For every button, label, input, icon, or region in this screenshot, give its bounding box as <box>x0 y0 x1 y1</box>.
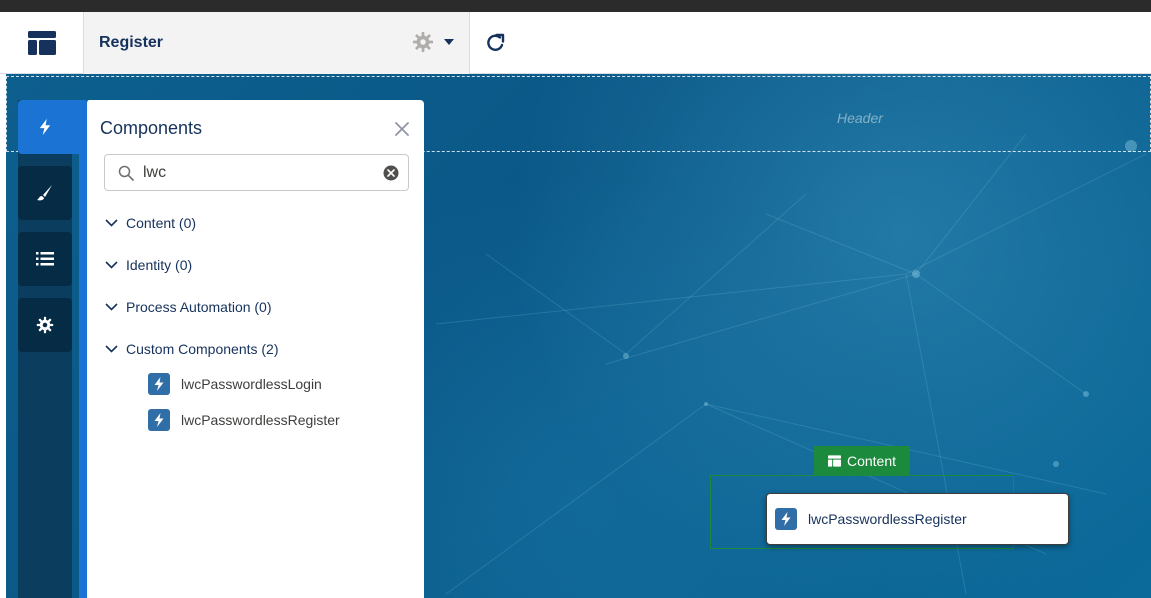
chevron-down-icon <box>105 261 118 269</box>
builder-toolbar: Register <box>0 12 1151 74</box>
dragged-component-card[interactable]: lwcPasswordlessRegister <box>766 493 1069 545</box>
category-label: Content (0) <box>126 215 197 231</box>
page-title: Register <box>99 34 164 51</box>
header-region-label: Header <box>837 110 883 126</box>
theme-rail-button[interactable] <box>18 166 72 220</box>
component-item-lwc-passwordless-register[interactable]: lwcPasswordlessRegister <box>148 408 340 432</box>
close-icon[interactable] <box>393 120 411 138</box>
builder-side-rail <box>18 100 84 598</box>
category-content[interactable]: Content (0) <box>105 212 196 234</box>
chevron-down-icon <box>105 303 118 311</box>
content-label: Content <box>846 453 897 469</box>
components-rail-button[interactable] <box>18 100 84 154</box>
component-search-box[interactable] <box>104 154 409 191</box>
category-label: Custom Components (2) <box>126 341 279 357</box>
layout-icon <box>27 31 56 55</box>
window-top-strip <box>0 0 1151 12</box>
lightning-icon <box>39 118 51 136</box>
layout-button[interactable] <box>0 12 84 74</box>
content-region-label[interactable]: Content <box>814 446 910 476</box>
lightning-icon <box>775 508 797 530</box>
panel-title: Components <box>100 118 203 138</box>
category-process-automation[interactable]: Process Automation (0) <box>105 296 272 318</box>
brush-icon <box>37 185 52 201</box>
components-panel: Components Content (0) Identity (0) Proc… <box>85 100 424 598</box>
dragged-component-label: lwcPasswordlessRegister <box>808 511 967 527</box>
lightning-icon <box>148 409 170 431</box>
chevron-down-icon <box>105 219 118 227</box>
category-label: Process Automation (0) <box>126 299 272 315</box>
list-icon <box>36 252 54 266</box>
component-item-label: lwcPasswordlessRegister <box>181 412 340 428</box>
caret-down-icon[interactable] <box>444 39 454 45</box>
lightning-icon <box>148 373 170 395</box>
category-custom-components[interactable]: Custom Components (2) <box>105 338 279 360</box>
component-item-label: lwcPasswordlessLogin <box>181 376 322 392</box>
chevron-down-icon <box>105 345 118 353</box>
component-search-input[interactable] <box>143 161 373 185</box>
page-selector[interactable]: Register <box>84 12 470 74</box>
search-icon <box>118 165 134 181</box>
category-label: Identity (0) <box>126 257 193 273</box>
gear-icon <box>36 316 54 334</box>
refresh-icon[interactable] <box>484 31 508 55</box>
settings-rail-button[interactable] <box>18 298 72 352</box>
gear-icon[interactable] <box>412 31 434 53</box>
clear-icon[interactable] <box>383 165 399 181</box>
component-item-lwc-passwordless-login[interactable]: lwcPasswordlessLogin <box>148 372 322 396</box>
navigation-rail-button[interactable] <box>18 232 72 286</box>
layout-icon <box>827 455 841 467</box>
category-identity[interactable]: Identity (0) <box>105 254 192 276</box>
